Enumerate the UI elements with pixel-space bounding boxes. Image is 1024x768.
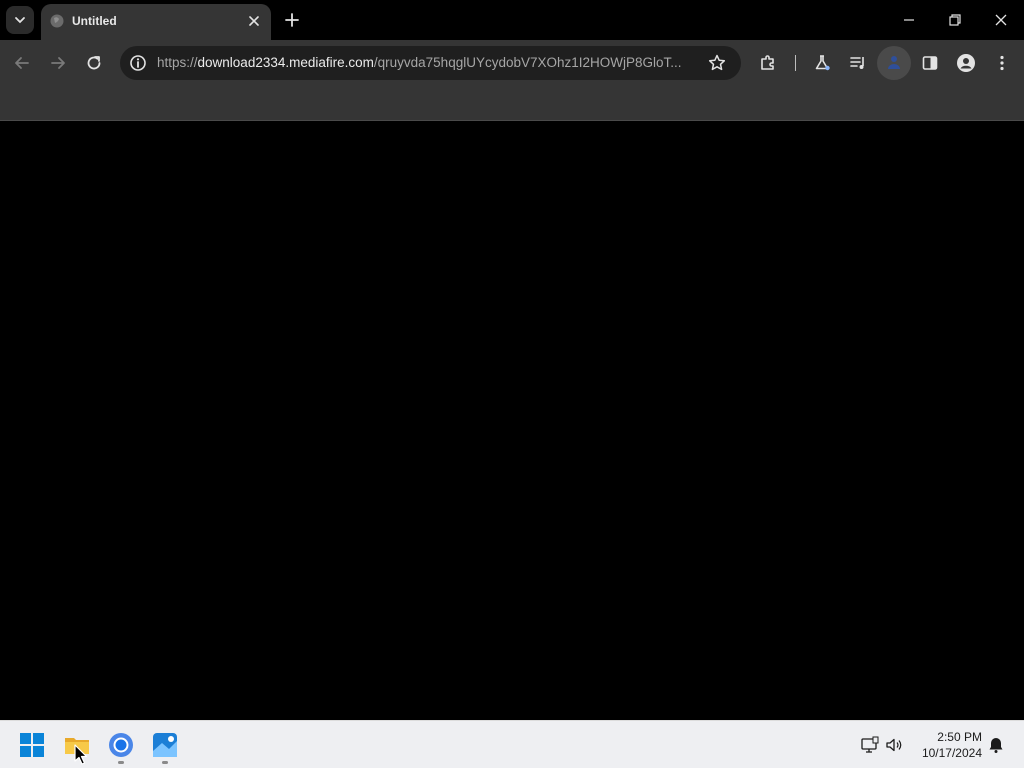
taskbar: 2:50 PM 10/17/2024 (0, 720, 1024, 768)
person-icon (888, 56, 900, 69)
windows-start-icon[interactable] (19, 732, 45, 758)
restore-icon[interactable] (945, 10, 965, 30)
clock-date: 10/17/2024 (921, 746, 982, 760)
bookmark-star-icon[interactable] (707, 53, 727, 73)
menu-icon[interactable] (992, 53, 1012, 73)
profile-avatar-icon[interactable] (956, 53, 976, 73)
back-icon[interactable] (12, 53, 32, 73)
globe-icon (50, 14, 64, 28)
page-content[interactable] (0, 121, 1024, 720)
network-icon[interactable] (860, 735, 880, 755)
chrome-icon[interactable] (107, 731, 135, 759)
url-host: download2334.mediafire.com (197, 55, 374, 70)
address-bar[interactable]: https://download2334.mediafire.com/qruyv… (120, 46, 741, 80)
new-tab-icon[interactable] (282, 10, 302, 30)
url-path: /qruyvda75hqglUYcydobV7XOhz1I2HOWjP8GloT… (373, 55, 682, 70)
photos-running-indicator (162, 761, 168, 764)
minimize-icon[interactable] (899, 10, 919, 30)
site-info-icon[interactable] (128, 53, 148, 73)
clock-time: 2:50 PM (937, 730, 982, 744)
browser-toolbar: https://download2334.mediafire.com/qruyv… (0, 40, 1024, 86)
media-controls-icon[interactable] (848, 53, 868, 73)
chrome-running-indicator (118, 761, 124, 764)
url-text[interactable]: https://download2334.mediafire.com/qruyv… (157, 55, 702, 71)
profile-extension-button[interactable] (877, 46, 911, 80)
volume-icon[interactable] (884, 735, 904, 755)
side-panel-icon[interactable] (920, 53, 940, 73)
photos-icon[interactable] (151, 731, 179, 759)
notification-bell-icon[interactable] (987, 736, 1005, 754)
tab-search-button[interactable] (6, 6, 34, 34)
bookmarks-bar (0, 86, 1024, 121)
mouse-cursor-icon (74, 744, 88, 765)
labs-flask-icon[interactable] (812, 53, 832, 73)
close-window-icon[interactable] (991, 10, 1011, 30)
forward-icon[interactable] (48, 53, 68, 73)
url-scheme: https:// (157, 55, 198, 70)
extensions-icon[interactable] (758, 53, 778, 73)
toolbar-divider (795, 55, 796, 71)
active-tab[interactable]: Untitled (41, 4, 271, 40)
taskbar-clock[interactable]: 2:50 PM 10/17/2024 (912, 729, 982, 761)
tab-strip: Untitled (0, 0, 1024, 40)
tab-title: Untitled (72, 14, 117, 28)
tab-close-icon[interactable] (246, 13, 262, 29)
chevron-down-icon (15, 17, 25, 24)
reload-icon[interactable] (84, 53, 104, 73)
